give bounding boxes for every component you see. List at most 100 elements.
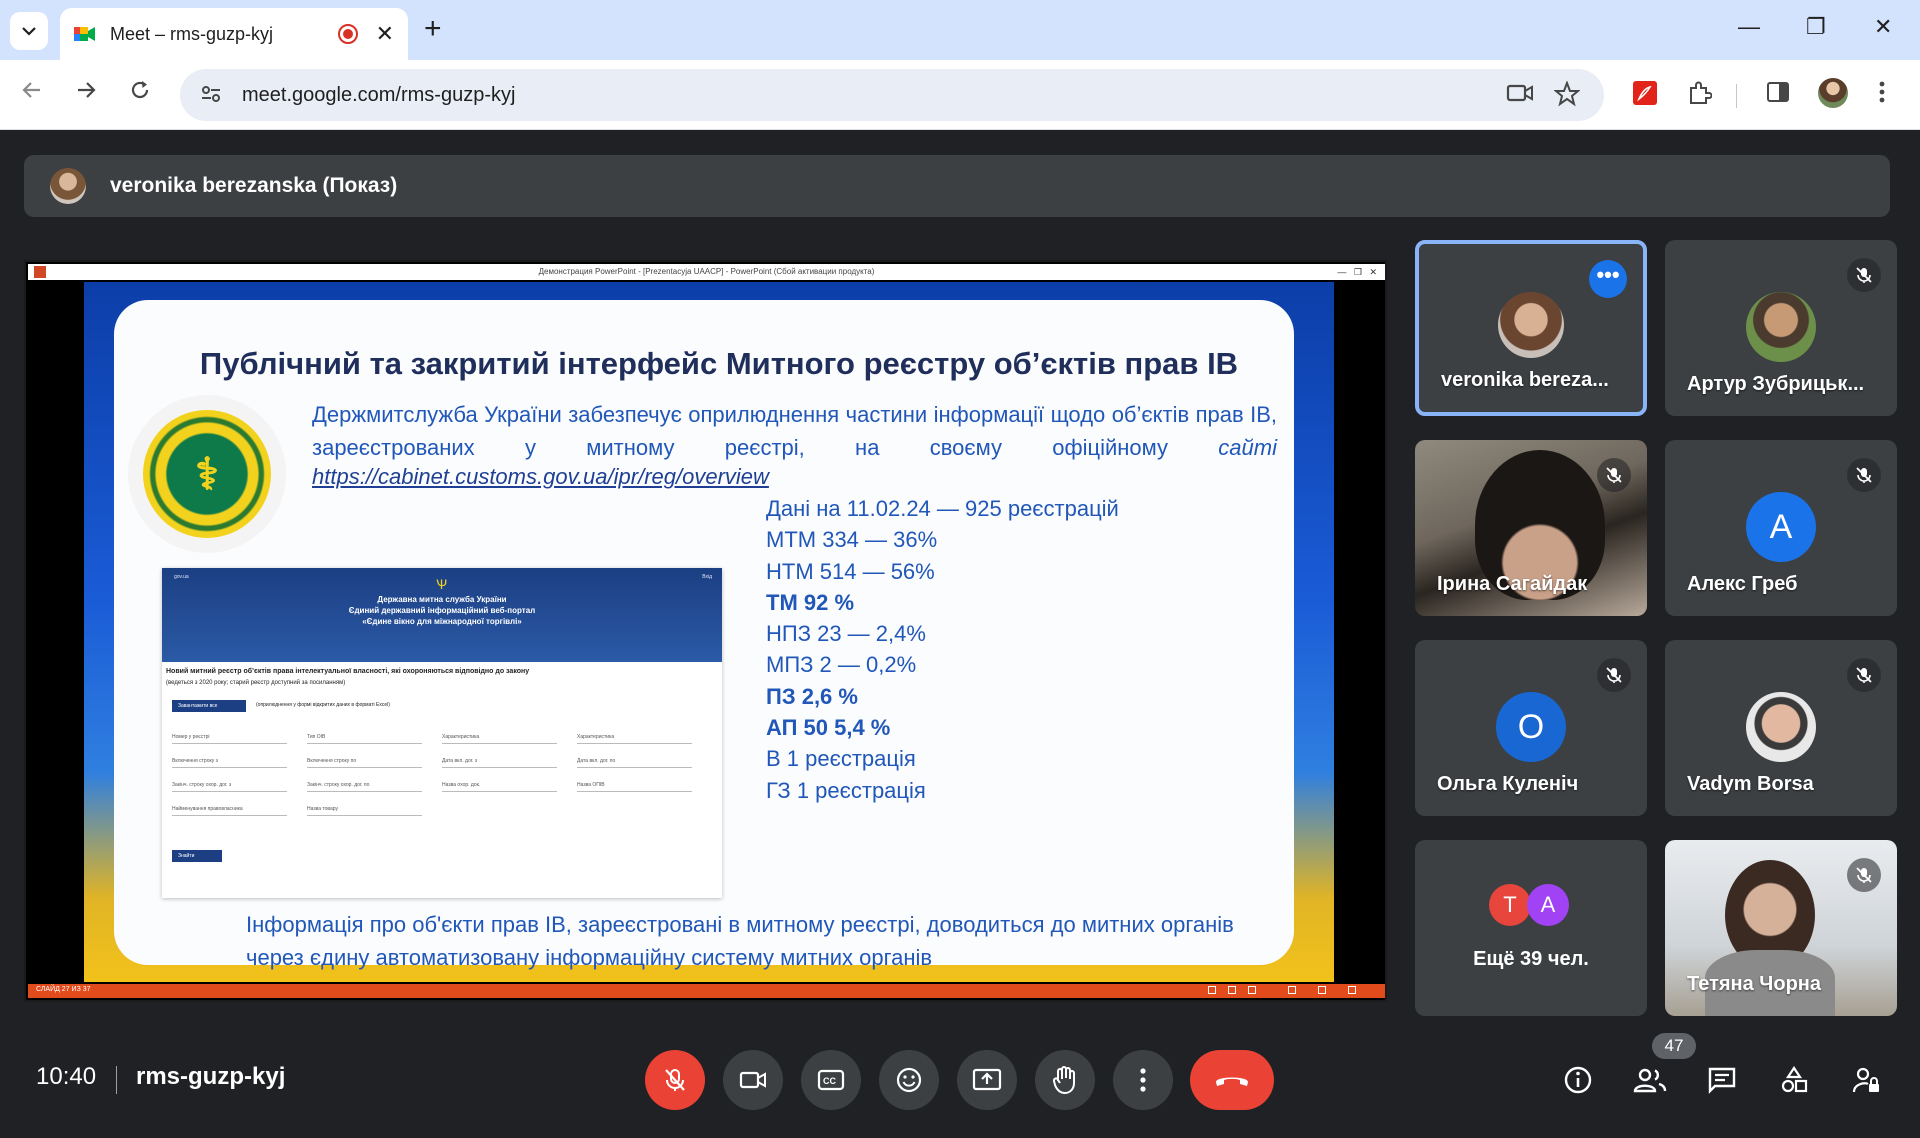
chat-button[interactable] [1702,1060,1742,1100]
portal-field: Дата вкл. дог. з [442,758,557,768]
portal-field: Характеристика [442,734,557,744]
stat-line: В 1 реєстрація [766,746,916,772]
minimize-button[interactable]: — [1738,14,1760,40]
tab-title: Meet – rms-guzp-kyj [110,23,274,44]
browser-tab-meet[interactable]: Meet – rms-guzp-kyj ✕ [60,8,408,60]
reactions-button[interactable] [879,1050,939,1110]
view-slideshow-icon [1288,986,1296,994]
present-screen-button[interactable] [957,1050,1017,1110]
slide-paragraph-end: сайті [1218,435,1277,460]
portal-field: Найменування правовласника [172,806,287,816]
portal-field: Номер у реєстрі [172,734,287,744]
captions-button[interactable]: CC [801,1050,861,1110]
participant-tile[interactable]: Артур Зубрицьк... [1665,240,1897,416]
ppt-window-controls: — ❐ ✕ [1337,267,1377,277]
participant-name: Артур Зубрицьк... [1687,373,1865,395]
new-tab-button[interactable]: + [424,14,442,44]
microphone-toggle-button[interactable] [645,1050,705,1110]
participant-avatar [1746,292,1816,362]
registration-stats: Дані на 11.02.24 — 925 реєстрацій МТМ 33… [766,493,1119,806]
info-icon [1564,1066,1592,1094]
stat-line: ГЗ 1 реєстрація [766,777,926,803]
bookmark-star-icon[interactable] [1553,80,1581,114]
portal-gov-label: gov.ua [174,574,189,580]
meeting-details-button[interactable] [1558,1060,1598,1100]
lock-person-icon [1852,1067,1879,1093]
mic-off-icon [1597,458,1631,492]
participant-count-badge: 47 [1652,1033,1696,1059]
portal-field: Назва товару [307,806,422,816]
portal-field: Закінч. строку охор. дог. з [172,782,287,792]
url-text: meet.google.com/rms-guzp-kyj [242,83,516,106]
portal-download-button: Завантажити все [172,700,246,712]
ppt-window-titlebar: Демонстрация PowerPoint - [Prezentacyja … [28,264,1385,280]
chevron-down-icon [22,27,36,36]
participant-tile[interactable]: A Алекс Греб [1665,440,1897,616]
reload-icon[interactable] [128,78,152,108]
host-controls-button[interactable] [1846,1060,1886,1100]
address-bar[interactable]: meet.google.com/rms-guzp-kyj [180,69,1604,121]
slide-link: https://cabinet.customs.gov.ua/ipr/reg/o… [312,464,769,489]
view-sorter-icon [1228,986,1236,994]
portal-agency: Державна митна служба України [377,595,507,604]
forward-arrow-icon[interactable] [74,78,98,108]
people-button[interactable] [1630,1060,1670,1100]
profile-avatar[interactable] [1818,78,1848,108]
participant-name: Алекс Греб [1687,573,1798,595]
camera-permission-icon[interactable] [1506,81,1534,112]
browser-toolbar: meet.google.com/rms-guzp-kyj [0,60,1920,130]
participant-tile[interactable]: O Ольга Куленіч [1415,640,1647,816]
stat-line: МТМ 334 — 36% [766,527,938,553]
more-participants-tile[interactable]: T A Ещё 39 чел. [1415,840,1647,1016]
participant-tile[interactable]: ••• veronika bereza... [1415,240,1647,416]
portal-field: Дата вкл. дог. по [577,758,692,768]
raise-hand-button[interactable] [1035,1050,1095,1110]
tab-strip: Meet – rms-guzp-kyj ✕ + — ❐ ✕ [0,0,1920,60]
activities-button[interactable] [1774,1060,1814,1100]
restore-button[interactable]: ❐ [1806,14,1826,40]
more-options-button[interactable]: ••• [1589,260,1627,298]
portal-header-title: Державна митна служба України Єдиний дер… [162,594,722,627]
meeting-clock: 10:40 [36,1063,97,1090]
participant-name: Ірина Сагайдак [1437,573,1588,595]
tab-search-button[interactable] [10,12,48,50]
portal-field: Тип ОІВ [307,734,422,744]
side-panel-icon[interactable] [1766,80,1790,111]
slide-paragraph-text: Держмитслужба України забезпечує оприлюд… [312,402,1277,460]
pdf-extension-icon[interactable] [1632,80,1658,113]
portal-field: Закінч. строку охор. дог. по [307,782,422,792]
avatar-letter: O [1517,707,1545,746]
slide-bottom-text: Інформація про об'єкти прав ІВ, зареєстр… [246,912,1234,970]
svg-text:CC: CC [823,1076,836,1086]
back-arrow-icon[interactable] [20,78,44,108]
bottom-divider [116,1066,117,1094]
presenter-bar: veronika berezanska (Показ) [24,155,1890,217]
site-settings-icon[interactable] [200,84,226,106]
portal-screenshot: gov.ua Вхід Ѱ Державна митна служба Укра… [162,568,722,898]
portal-field: Характеристика [577,734,692,744]
more-options-button[interactable] [1113,1050,1173,1110]
slide-title: Публічний та закритий інтерфейс Митного … [199,346,1239,381]
stat-line: НПЗ 23 — 2,4% [766,621,926,647]
mic-off-icon [1847,258,1881,292]
camera-icon [739,1071,766,1089]
tab-close-icon[interactable]: ✕ [376,21,394,47]
extensions-puzzle-icon[interactable] [1686,80,1713,113]
phone-hangup-icon [1216,1077,1248,1086]
window-close-button[interactable]: ✕ [1874,14,1892,40]
participant-tile[interactable]: Vadym Borsa [1665,640,1897,816]
camera-toggle-button[interactable] [723,1050,783,1110]
leave-call-button[interactable] [1190,1050,1274,1110]
activities-icon [1781,1066,1808,1093]
customs-emblem-logo: ⚕ [128,395,286,553]
participant-tile[interactable]: Тетяна Чорна [1665,840,1897,1016]
present-icon [972,1068,1002,1091]
portal-search-button: Знайти [172,850,222,862]
browser-menu-icon[interactable] [1878,80,1886,111]
toolbar-divider [1736,84,1737,108]
participant-name: Vadym Borsa [1687,773,1814,795]
participant-tile[interactable]: Ірина Сагайдак [1415,440,1647,616]
participant-avatar: O [1496,692,1566,762]
presenter-avatar [50,168,86,204]
meeting-code: rms-guzp-kyj [136,1063,286,1090]
